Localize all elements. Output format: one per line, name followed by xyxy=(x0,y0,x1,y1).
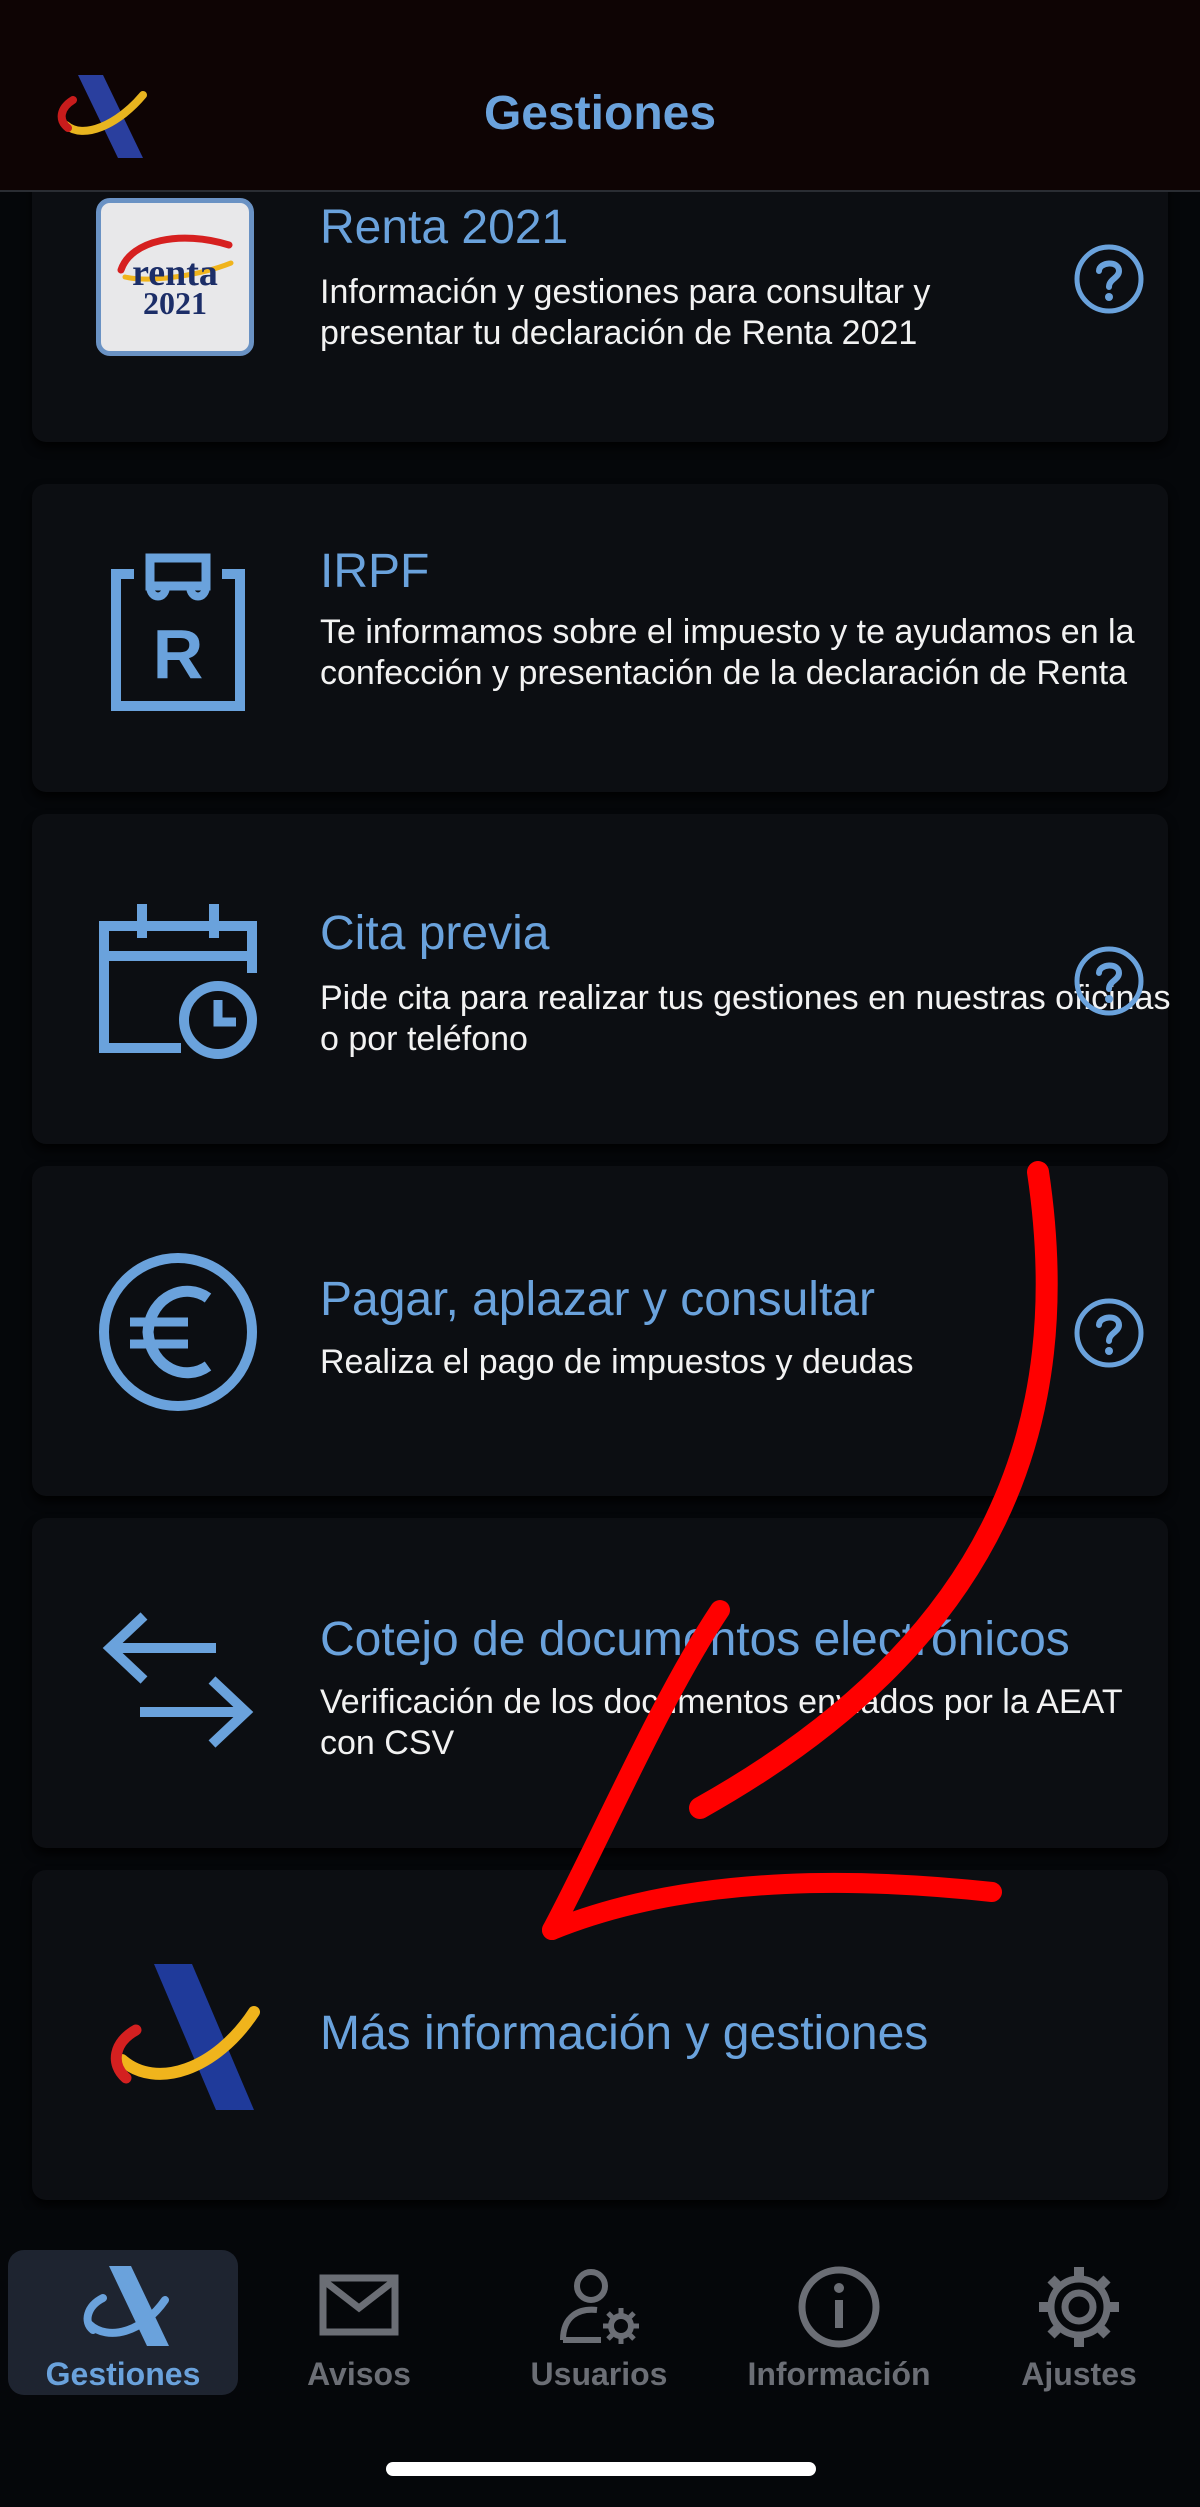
gear-icon xyxy=(1029,2262,1129,2352)
envelope-icon xyxy=(309,2262,409,2352)
help-icon[interactable] xyxy=(1072,1296,1146,1370)
tab-gestiones[interactable]: Gestiones xyxy=(8,2250,238,2395)
card-irpf[interactable]: R IRPF Te informamos sobre el impuesto y… xyxy=(32,484,1168,792)
tab-ajustes[interactable]: Ajustes xyxy=(964,2250,1194,2395)
card-description: Información y gestiones para consultar y… xyxy=(320,273,931,352)
gestiones-list[interactable]: renta 2021 Renta 2021 Información y gest… xyxy=(0,192,1200,2210)
agencia-tributaria-logo-icon xyxy=(96,1960,260,2124)
calendar-clock-icon xyxy=(96,898,260,1062)
card-description: Verificación de los documentos enviados … xyxy=(320,1683,1122,1762)
home-indicator[interactable] xyxy=(386,2462,816,2476)
tab-usuarios[interactable]: Usuarios xyxy=(484,2250,714,2395)
card-title: Pagar, aplazar y consultar xyxy=(320,1273,875,1326)
tab-label: Usuarios xyxy=(530,2356,668,2392)
irpf-document-icon: R xyxy=(96,552,260,716)
card-title: Cotejo de documentos electrónicos xyxy=(320,1613,1070,1666)
renta-2021-badge-icon: renta 2021 xyxy=(96,198,254,356)
euro-icon xyxy=(96,1250,260,1414)
tab-avisos[interactable]: Avisos xyxy=(244,2250,474,2395)
card-cita-previa[interactable]: Cita previa Pide cita para realizar tus … xyxy=(32,814,1170,1144)
card-title: Más información y gestiones xyxy=(320,2007,929,2060)
card-renta-2021[interactable]: renta 2021 Renta 2021 Información y gest… xyxy=(32,192,1168,442)
svg-text:R: R xyxy=(153,615,204,693)
user-settings-icon xyxy=(549,2262,649,2352)
renta-badge-year: 2021 xyxy=(143,285,207,321)
card-cotejo-documentos[interactable]: Cotejo de documentos electrónicos Verifi… xyxy=(32,1518,1168,1848)
exchange-arrows-icon xyxy=(96,1598,260,1762)
info-icon xyxy=(789,2262,889,2352)
page-title: Gestiones xyxy=(483,87,717,140)
card-description: Te informamos sobre el impuesto y te ayu… xyxy=(320,613,1135,692)
help-icon[interactable] xyxy=(1072,242,1146,316)
help-icon[interactable] xyxy=(1072,944,1146,1018)
card-title: Cita previa xyxy=(320,907,550,960)
card-title: Renta 2021 xyxy=(320,201,569,254)
tab-label: Ajustes xyxy=(1021,2356,1137,2392)
card-description: Realiza el pago de impuestos y deudas xyxy=(320,1343,914,1381)
card-pagar-aplazar[interactable]: Pagar, aplazar y consultar Realiza el pa… xyxy=(32,1166,1168,1496)
tab-label: Información xyxy=(747,2356,931,2392)
agencia-tributaria-logo-icon xyxy=(73,2262,173,2352)
tab-informacion[interactable]: Información xyxy=(724,2250,954,2395)
card-description: Pide cita para realizar tus gestiones en… xyxy=(320,979,1171,1058)
tab-label: Gestiones xyxy=(45,2356,201,2392)
tab-label: Avisos xyxy=(307,2356,411,2392)
card-mas-informacion[interactable]: Más información y gestiones xyxy=(32,1870,1168,2200)
card-title: IRPF xyxy=(320,545,430,598)
app-header: Gestiones xyxy=(0,0,1200,192)
